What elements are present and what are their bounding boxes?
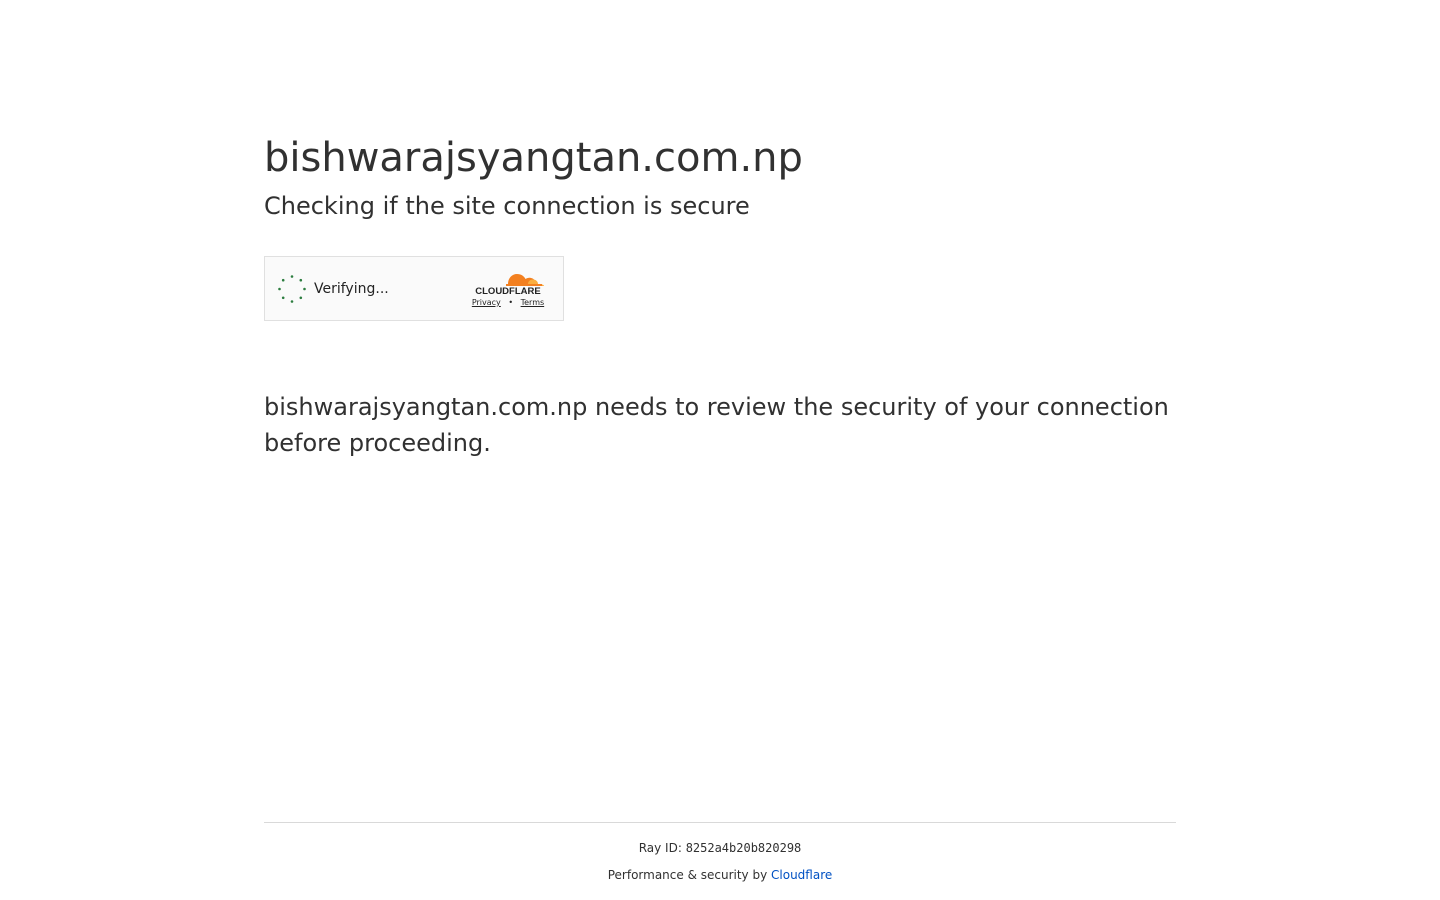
link-separator: • [508, 298, 514, 307]
page-subtitle: Checking if the site connection is secur… [264, 192, 750, 220]
challenge-widget[interactable]: Verifying... CLOUDFLARE Privacy • Terms [264, 256, 564, 321]
cloudflare-logo-icon: CLOUDFLARE [475, 274, 544, 296]
performance-line: Performance & security by Cloudflare [264, 867, 1176, 883]
performance-text: Performance & security by [607, 868, 772, 882]
ray-id-label: Ray ID: [638, 841, 686, 855]
terms-link[interactable]: Terms [521, 298, 545, 307]
widget-links: Privacy • Terms [469, 298, 547, 308]
page-title: bishwarajsyangtan.com.np [264, 135, 803, 181]
privacy-link[interactable]: Privacy [472, 298, 501, 307]
ray-id-value: 8252a4b20b820298 [685, 841, 802, 855]
ray-id-line: Ray ID: 8252a4b20b820298 [264, 840, 1176, 856]
spinner-icon [278, 275, 306, 303]
review-message: bishwarajsyangtan.com.np needs to review… [264, 393, 1169, 457]
verifying-status: Verifying... [314, 281, 389, 297]
footer: Ray ID: 8252a4b20b820298 Performance & s… [264, 822, 1176, 883]
cloudflare-link[interactable]: Cloudflare [771, 868, 832, 882]
cloudflare-wordmark: CLOUDFLARE [475, 286, 540, 296]
